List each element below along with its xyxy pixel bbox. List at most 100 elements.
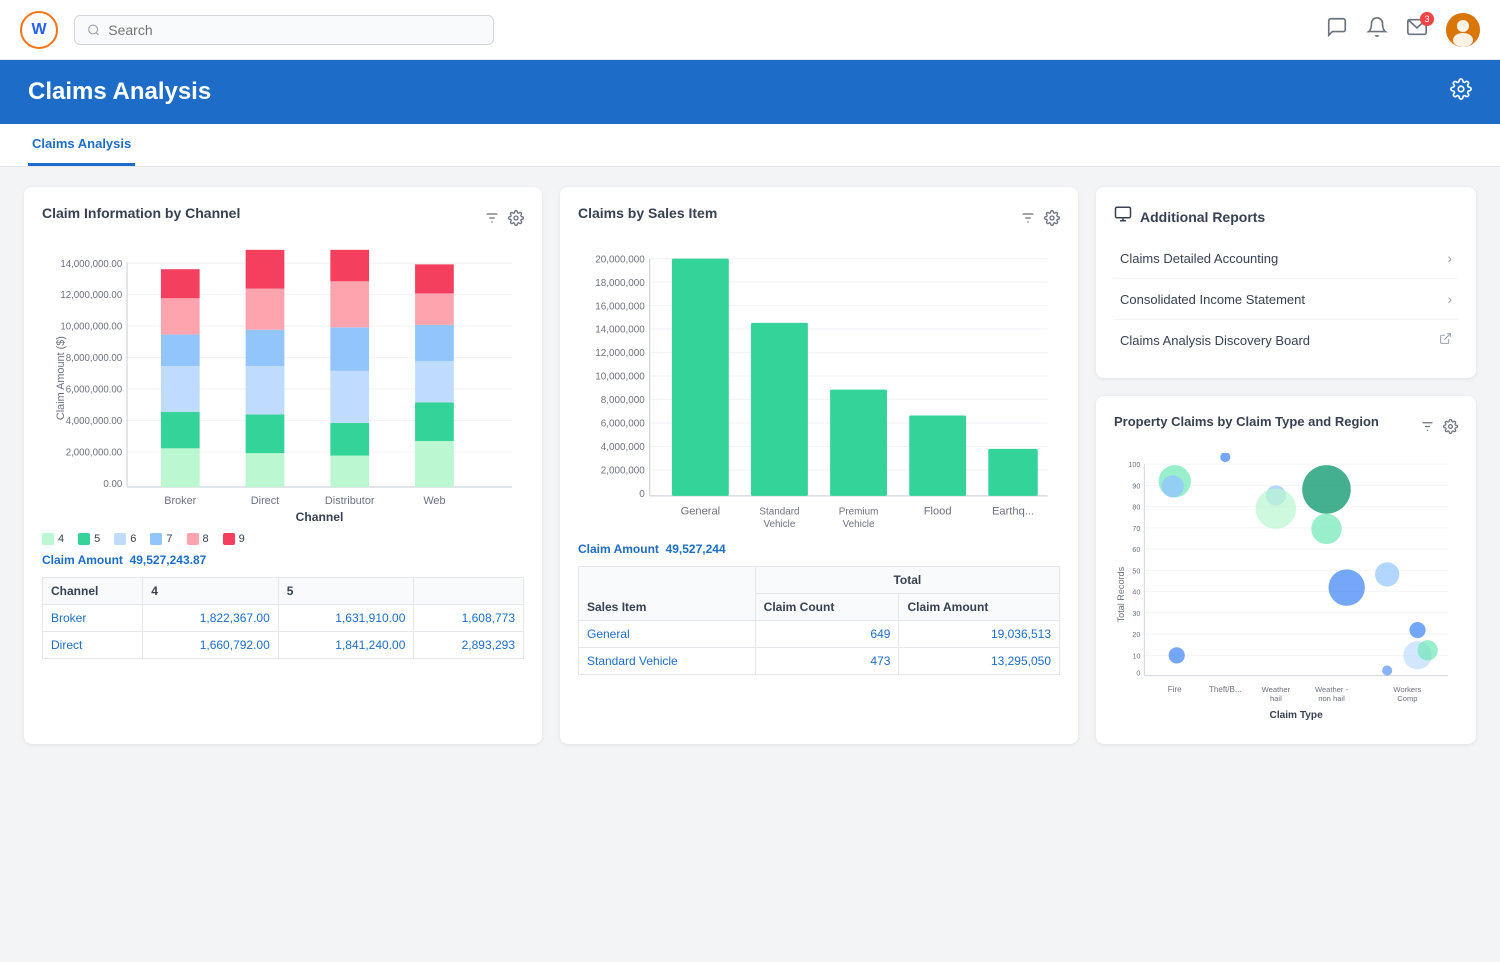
reports-icon	[1114, 205, 1132, 228]
svg-text:non hail: non hail	[1318, 694, 1345, 703]
channel-broker[interactable]: Broker	[43, 605, 143, 632]
direct-col6: 2,893,293	[414, 632, 524, 659]
nav-icons: 3	[1326, 13, 1480, 47]
tabs-bar: Claims Analysis	[0, 124, 1500, 167]
svg-text:Broker: Broker	[164, 495, 196, 507]
svg-text:Channel: Channel	[296, 510, 344, 523]
svg-text:4,000,000: 4,000,000	[601, 442, 645, 453]
additional-reports-header: Additional Reports	[1114, 205, 1458, 228]
chart1-settings-icon[interactable]	[508, 210, 524, 231]
notification-icon[interactable]	[1366, 16, 1388, 44]
channel-direct[interactable]: Direct	[43, 632, 143, 659]
table-row: Broker 1,822,367.00 1,631,910.00 1,608,7…	[43, 605, 524, 632]
workday-logo[interactable]: W	[20, 11, 58, 49]
search-input[interactable]	[108, 22, 481, 38]
direct-col4: 1,660,792.00	[143, 632, 279, 659]
chevron-right-icon-1: ›	[1447, 250, 1452, 266]
legend-item-7: 7	[150, 533, 172, 545]
chart1-claim-amount: Claim Amount 49,527,243.87	[42, 553, 524, 567]
svg-text:10,000,000.00: 10,000,000.00	[60, 322, 122, 333]
chart2-svg: 20,000,000 18,000,000 16,000,000 14,000,…	[578, 245, 1060, 542]
external-link-icon	[1439, 332, 1452, 348]
header-settings-icon[interactable]	[1450, 78, 1472, 106]
bubble-chart-card: Property Claims by Claim Type and Region…	[1096, 396, 1476, 744]
chart1-header: Claim Information by Channel	[42, 205, 524, 235]
legend-color-4	[42, 533, 54, 545]
svg-text:Claim Amount ($): Claim Amount ($)	[55, 336, 67, 420]
main-content: Claim Information by Channel 14,000,000.…	[0, 167, 1500, 764]
legend-item-8: 8	[187, 533, 209, 545]
report-item-1[interactable]: Claims Detailed Accounting ›	[1114, 238, 1458, 279]
search-bar[interactable]	[74, 15, 494, 45]
chart2-amount-value: 49,527,244	[666, 542, 726, 556]
svg-text:0.00: 0.00	[103, 479, 122, 490]
svg-text:Earthq...: Earthq...	[992, 505, 1034, 517]
legend-item-9: 9	[223, 533, 245, 545]
svg-text:Theft/B...: Theft/B...	[1209, 685, 1242, 694]
svg-text:Comp: Comp	[1397, 694, 1417, 703]
bubble-chart-svg: Total Records 100 90 80 70 60 50 40 30 2…	[1114, 453, 1458, 726]
tab-claims-analysis[interactable]: Claims Analysis	[28, 124, 135, 166]
svg-text:40: 40	[1132, 589, 1140, 597]
svg-text:80: 80	[1132, 504, 1140, 512]
page-header: Claims Analysis	[0, 60, 1500, 124]
avatar[interactable]	[1446, 13, 1480, 47]
svg-text:14,000,000.00: 14,000,000.00	[60, 259, 122, 270]
chart2-filter-icon[interactable]	[1020, 210, 1036, 231]
svg-text:Distributor: Distributor	[325, 495, 375, 507]
svg-text:20: 20	[1132, 631, 1140, 639]
col-claim-amount: Claim Amount	[899, 593, 1060, 620]
chart1-card: Claim Information by Channel 14,000,000.…	[24, 187, 542, 744]
chart1-legend: 4 5 6 7 8 9	[42, 533, 524, 545]
svg-text:Claim Type: Claim Type	[1270, 710, 1324, 721]
svg-text:10,000,000: 10,000,000	[595, 372, 645, 383]
svg-text:Direct: Direct	[251, 495, 279, 507]
chart2-settings-icon[interactable]	[1044, 210, 1060, 231]
legend-item-4: 4	[42, 533, 64, 545]
svg-text:10: 10	[1132, 652, 1140, 660]
svg-text:Web: Web	[423, 495, 445, 507]
inbox-icon[interactable]: 3	[1406, 16, 1428, 44]
svg-text:Workers: Workers	[1393, 685, 1421, 694]
legend-color-6	[114, 533, 126, 545]
svg-text:hail: hail	[1270, 694, 1282, 703]
chart2-card: Claims by Sales Item 20,000,000 18,000,0…	[560, 187, 1078, 744]
svg-text:14,000,000: 14,000,000	[595, 325, 645, 336]
svg-text:18,000,000: 18,000,000	[595, 278, 645, 289]
svg-text:General: General	[681, 505, 721, 517]
chart2-title: Claims by Sales Item	[578, 205, 717, 221]
bubble-chart-title: Property Claims by Claim Type and Region	[1114, 414, 1379, 429]
legend-item-6: 6	[114, 533, 136, 545]
col-claim-count: Claim Count	[755, 593, 899, 620]
svg-text:16,000,000: 16,000,000	[595, 301, 645, 312]
svg-text:Flood: Flood	[924, 505, 952, 517]
item-general[interactable]: General	[579, 620, 756, 647]
svg-text:90: 90	[1132, 482, 1140, 490]
chart1-amount-value: 49,527,243.87	[130, 553, 207, 567]
svg-text:8,000,000.00: 8,000,000.00	[66, 353, 122, 364]
bubble-filter-icon[interactable]	[1420, 419, 1435, 439]
report-item-3[interactable]: Claims Analysis Discovery Board	[1114, 320, 1458, 360]
bubble-settings-icon[interactable]	[1443, 419, 1458, 439]
item-standard-vehicle[interactable]: Standard Vehicle	[579, 647, 756, 674]
svg-text:Standard: Standard	[759, 506, 799, 517]
svg-text:Premium: Premium	[839, 506, 879, 517]
chat-icon[interactable]	[1326, 16, 1348, 44]
col-channel: Channel	[43, 578, 143, 605]
chart2-header: Claims by Sales Item	[578, 205, 1060, 235]
col-total: Total	[755, 566, 1059, 593]
bubble-chart-header: Property Claims by Claim Type and Region	[1114, 414, 1458, 443]
chart2-table: Sales Item Total Claim Count Claim Amoun…	[578, 566, 1060, 675]
svg-text:0: 0	[639, 489, 645, 500]
chart1-filter-icon[interactable]	[484, 210, 500, 231]
broker-col4: 1,822,367.00	[143, 605, 279, 632]
chart2-tools	[1020, 210, 1060, 231]
svg-text:2,000,000.00: 2,000,000.00	[66, 448, 122, 459]
table-row: Standard Vehicle 473 13,295,050	[579, 647, 1060, 674]
svg-text:12,000,000: 12,000,000	[595, 348, 645, 359]
page-title: Claims Analysis	[28, 78, 211, 106]
svg-text:Vehicle: Vehicle	[843, 519, 875, 530]
report-item-2[interactable]: Consolidated Income Statement ›	[1114, 279, 1458, 320]
col-4: 4	[143, 578, 279, 605]
general-count: 649	[755, 620, 899, 647]
